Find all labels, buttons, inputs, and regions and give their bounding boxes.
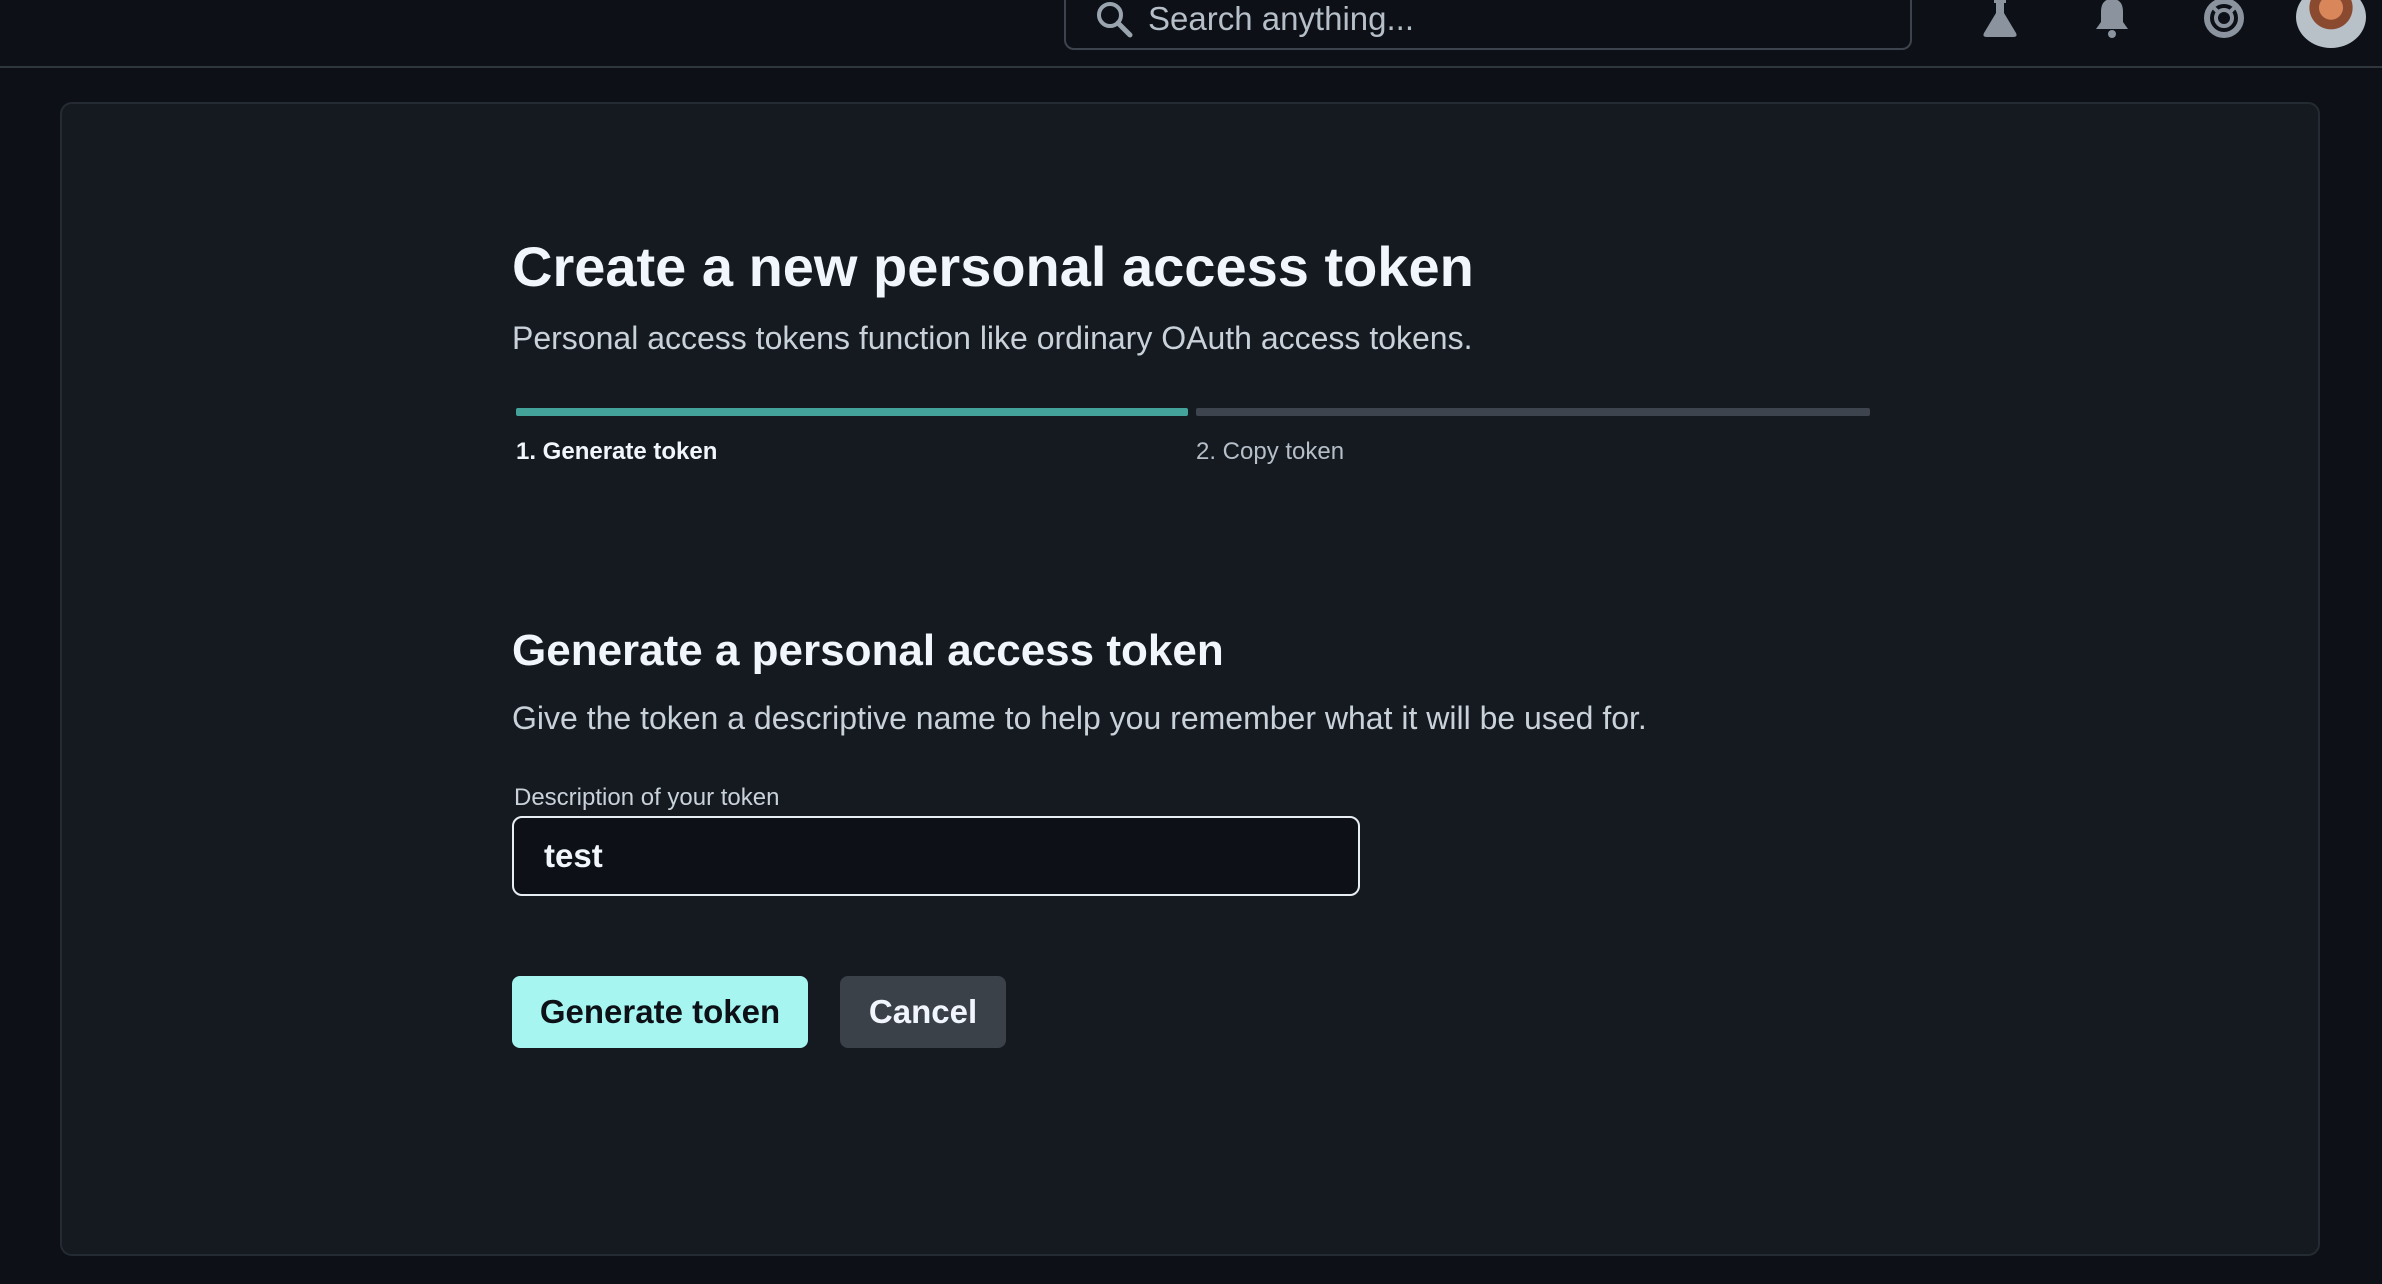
step-2-progress-bar [1196,408,1870,416]
step-2-label: 2. Copy token [1196,438,1345,465]
step-1-label: 1. Generate token [516,438,718,465]
section-description: Give the token a descriptive name to hel… [512,700,1647,736]
avatar[interactable] [2296,0,2366,48]
page-title: Create a new personal access token [512,235,1474,298]
help-icon[interactable] [2198,0,2250,42]
search-box[interactable] [1064,0,1912,50]
cancel-button[interactable]: Cancel [840,976,1006,1048]
page-subtitle: Personal access tokens function like ord… [512,320,1473,356]
token-description-field-wrapper [512,816,1360,896]
top-navigation-bar [0,0,2382,68]
section-heading: Generate a personal access token [512,626,1224,675]
token-card: Create a new personal access token Perso… [60,102,2320,1256]
token-description-input[interactable] [514,837,1358,875]
step-1-progress-bar [516,408,1188,416]
search-icon [1090,0,1138,43]
search-input[interactable] [1148,0,1848,38]
flask-icon[interactable] [1974,0,2026,42]
generate-token-button[interactable]: Generate token [512,976,808,1048]
token-description-label: Description of your token [514,784,780,811]
bell-icon[interactable] [2086,0,2138,42]
